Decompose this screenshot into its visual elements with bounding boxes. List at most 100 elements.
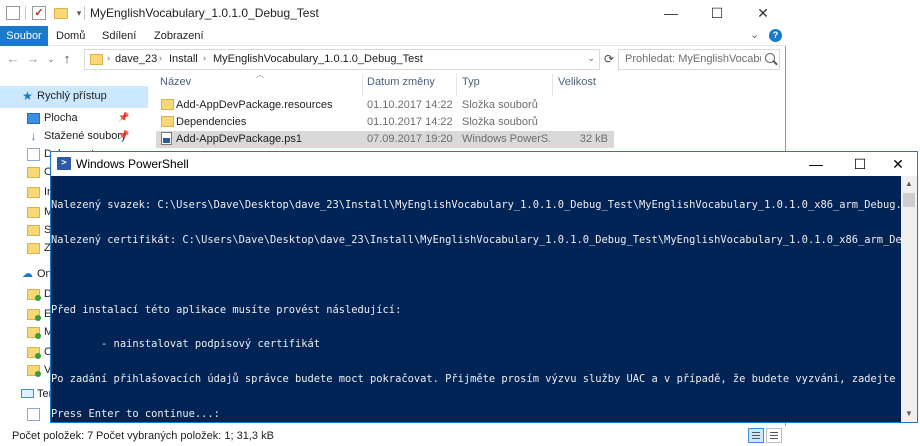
console-line: Press Enter to continue...: (51, 407, 220, 420)
console-line: Před instalací této aplikace musíte prov… (51, 303, 402, 316)
column-divider[interactable] (456, 74, 457, 96)
powershell-window: > Windows PowerShell — ☐ ✕ Nalezený svaz… (50, 151, 918, 423)
file-type: Windows PowerS... (462, 133, 550, 145)
address-bar[interactable]: › dave_23 › Install › MyEnglishVocabular… (84, 49, 600, 70)
forward-button[interactable]: → (24, 50, 42, 68)
console-line: Po zadání přihlašovacích údajů správce b… (51, 373, 901, 386)
onedrive-icon: ☁ (22, 268, 33, 280)
chevron-right-icon[interactable]: › (107, 53, 110, 63)
documents-icon (27, 408, 40, 421)
tab-file[interactable]: Soubor (0, 26, 48, 46)
item-count: Počet položek: 7 (12, 430, 94, 442)
minimize-button[interactable]: — (648, 0, 694, 26)
details-view-button[interactable] (748, 428, 764, 443)
onedrive-folder-icon (27, 347, 41, 359)
table-row[interactable]: Dependencies 01.10.2017 14:22 Složka sou… (156, 114, 614, 131)
customize-toolbar-icon[interactable]: ▾ (74, 8, 84, 18)
search-placeholder: Prohledat: MyEnglishVocabul... (625, 53, 761, 65)
folder-icon (27, 225, 40, 236)
documents-icon (27, 148, 40, 161)
onedrive-folder-icon (27, 309, 41, 321)
chevron-right-icon[interactable]: › (159, 53, 162, 63)
divider (84, 6, 85, 20)
maximize-button[interactable]: ☐ (694, 0, 740, 26)
help-icon[interactable]: ? (769, 29, 782, 42)
status-bar: Počet položek: 7 Počet vybraných položek… (0, 426, 786, 446)
checkmark-icon[interactable]: ✓ (32, 6, 46, 20)
sidebar-item-quick-access[interactable]: ★ Rychlý přístup (0, 86, 148, 108)
large-icons-view-button[interactable] (766, 428, 782, 443)
back-button[interactable]: ← (4, 50, 22, 68)
download-arrow-icon: ↓ (30, 129, 37, 143)
folder-icon (27, 207, 40, 218)
folder-icon (27, 187, 40, 198)
pin-icon: 📌 (118, 112, 130, 122)
folder-icon (27, 167, 40, 178)
close-button[interactable]: ✕ (740, 0, 786, 26)
folder-icon (90, 54, 103, 65)
search-input[interactable]: Prohledat: MyEnglishVocabul... (618, 49, 780, 70)
console-line: Nalezený certifikát: C:\Users\Dave\Deskt… (51, 233, 901, 246)
scroll-down-icon[interactable]: ▼ (901, 406, 917, 422)
folder-icon (27, 243, 40, 254)
sidebar-item-label: Rychlý přístup (37, 90, 107, 102)
close-button[interactable]: ✕ (881, 152, 915, 176)
file-date: 07.09.2017 19:20 (367, 133, 453, 145)
tab-share[interactable]: Sdílení (94, 26, 144, 46)
minimize-button[interactable]: — (799, 152, 833, 176)
table-row[interactable]: Add-AppDevPackage.ps1 07.09.2017 19:20 W… (156, 131, 614, 148)
scroll-up-icon[interactable]: ▲ (901, 176, 917, 192)
file-date: 01.10.2017 14:22 (367, 99, 453, 111)
scrollbar-thumb[interactable] (903, 193, 915, 207)
file-date: 01.10.2017 14:22 (367, 116, 453, 128)
sidebar-item-label: Stažené soubory (44, 130, 127, 142)
up-button[interactable]: ↑ (58, 50, 76, 68)
expand-ribbon-icon[interactable]: ⌄ (750, 28, 759, 41)
column-divider[interactable] (362, 74, 363, 96)
refresh-icon[interactable]: ⟳ (604, 52, 614, 66)
file-size: 32 kB (579, 133, 608, 145)
explorer-titlebar: ✓ ▾ MyEnglishVocabulary_1.0.1.0_Debug_Te… (0, 0, 786, 26)
maximize-button[interactable]: ☐ (843, 152, 877, 176)
column-header-name[interactable]: Název (160, 76, 191, 88)
tab-view[interactable]: Zobrazení (146, 26, 212, 46)
column-divider[interactable] (552, 74, 553, 96)
navigation-bar: ← → ⌄ ↑ › dave_23 › Install › MyEnglishV… (0, 46, 786, 72)
divider (25, 6, 26, 20)
vertical-scrollbar[interactable]: ▲ ▼ (901, 176, 917, 422)
ribbon-tabs: Soubor Domů Sdílení Zobrazení ⌄ ? (0, 26, 786, 46)
console-output[interactable]: Nalezený svazek: C:\Users\Dave\Desktop\d… (51, 176, 901, 422)
desktop-folder-icon (27, 113, 40, 124)
chevron-right-icon[interactable]: › (203, 53, 206, 63)
table-row[interactable]: Add-AppDevPackage.resources 01.10.2017 1… (156, 97, 614, 114)
search-icon (765, 53, 775, 63)
file-type: Složka souborů (462, 116, 538, 128)
new-folder-icon[interactable] (54, 8, 68, 19)
window-title: Windows PowerShell (76, 157, 189, 171)
sidebar-item-label: Plocha (44, 112, 78, 124)
tab-home[interactable]: Domů (48, 26, 93, 46)
powershell-icon[interactable]: > (57, 157, 71, 170)
pc-icon (21, 389, 34, 398)
sort-up-icon: ︿ (256, 70, 264, 79)
onedrive-folder-icon (27, 327, 41, 339)
breadcrumb-item[interactable]: dave_23 (115, 53, 157, 65)
properties-icon[interactable] (6, 6, 20, 20)
column-header-size[interactable]: Velikost (558, 76, 596, 88)
onedrive-folder-icon (27, 365, 41, 377)
column-header-date[interactable]: Datum změny (367, 76, 435, 88)
chevron-down-icon[interactable]: ⌄ (587, 53, 595, 64)
breadcrumb-item[interactable]: MyEnglishVocabulary_1.0.1.0_Debug_Test (213, 53, 423, 65)
breadcrumb-item[interactable]: Install (169, 53, 198, 65)
window-title: MyEnglishVocabulary_1.0.1.0_Debug_Test (90, 6, 319, 20)
powershell-script-icon (161, 132, 172, 145)
folder-icon (161, 99, 174, 110)
onedrive-folder-icon (27, 289, 41, 301)
console-line: - nainstalovat podpisový certifikát (51, 338, 320, 351)
star-icon: ★ (22, 89, 33, 103)
column-header-type[interactable]: Typ (462, 76, 480, 88)
file-name: Add-AppDevPackage.ps1 (176, 133, 302, 145)
powershell-titlebar: > Windows PowerShell — ☐ ✕ (51, 152, 917, 176)
pin-icon: 📌 (118, 130, 130, 140)
